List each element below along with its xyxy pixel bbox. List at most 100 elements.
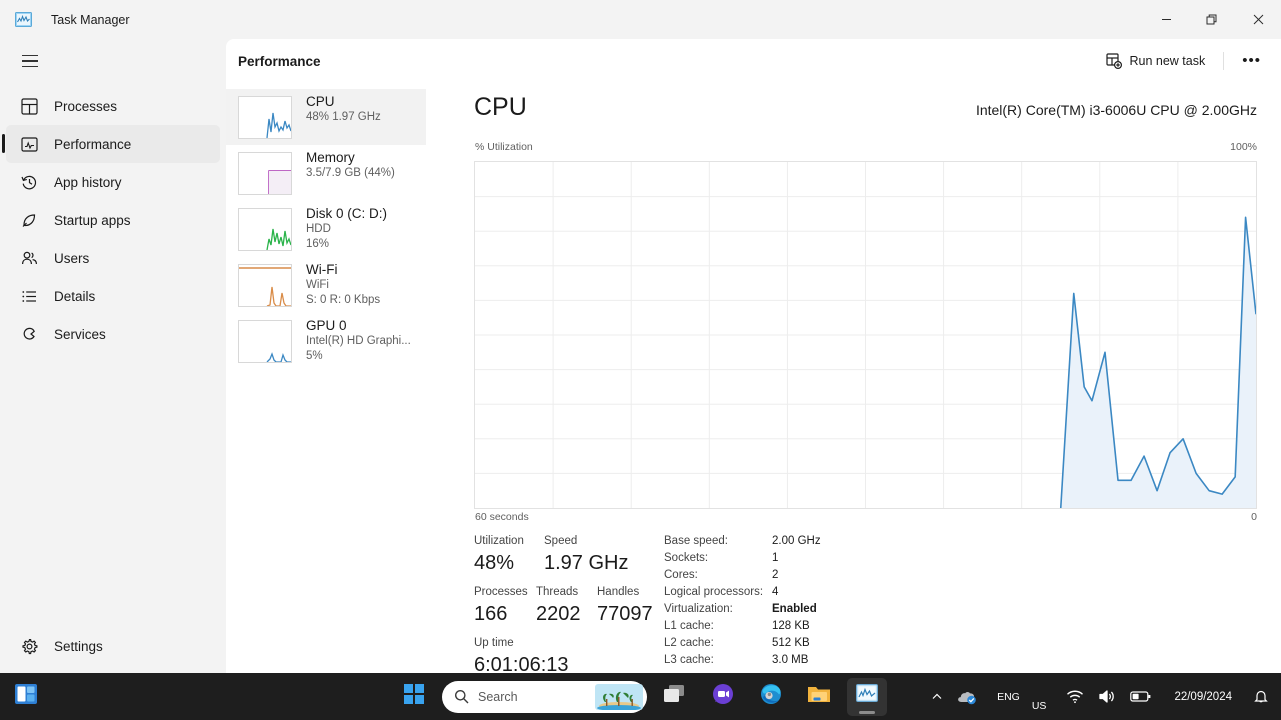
restore-button[interactable] [1189,0,1235,39]
island-thumbnail-icon[interactable] [595,683,643,710]
stat-label: Processes [474,586,528,598]
more-options-button[interactable]: ••• [1232,50,1271,72]
show-hidden-icons-button[interactable] [924,678,950,716]
processes-icon [16,93,42,119]
cpu-spec-value: 512 KB [772,637,810,649]
device-sub1: WiFi [306,279,329,291]
y-axis-label: % Utilization [475,141,533,153]
cpu-thumbnail [238,96,292,139]
performance-icon [16,131,42,157]
device-text: Disk 0 (C: D:) HDD 16% [306,205,387,252]
sidebar-item-startup-apps[interactable]: Startup apps [6,201,220,239]
cpu-spec-key: Base speed: [664,535,728,547]
file-explorer-button[interactable] [799,678,839,716]
cpu-spec-row: Logical processors: 4 [664,584,924,601]
cpu-spec-row: Base speed: 2.00 GHz [664,533,924,550]
device-text: Wi-Fi WiFi S: 0 R: 0 Kbps [306,261,380,308]
new-task-icon [1105,53,1122,69]
cpu-spec-list: Base speed: 2.00 GHz Sockets: 1 Cores: 2 Logic… [664,533,924,669]
details-icon [16,283,42,309]
cpu-spec-row: L2 cache: 512 KB [664,635,924,652]
chat-button[interactable] [703,678,743,716]
content-toolbar: Performance Run new task ••• [226,39,1281,83]
sidebar-nav: Processes Performance App history Startu… [0,87,226,353]
y-axis-max: 100% [1230,141,1257,153]
sidebar-item-processes[interactable]: Processes [6,87,220,125]
stat-value: 1.97 GHz [544,552,629,574]
sidebar-item-settings[interactable]: Settings [6,627,220,665]
edge-icon [760,683,782,710]
menu-toggle[interactable] [0,39,226,83]
task-view-button[interactable] [655,678,695,716]
stat-handles: Handles 77097 [597,584,653,628]
search-box[interactable]: Search [442,680,647,713]
device-sub1: 48% 1.97 GHz [306,111,381,123]
cpu-spec-key: L1 cache: [664,620,714,632]
sidebar-item-users[interactable]: Users [6,239,220,277]
windows-start-icon [404,684,424,709]
x-axis-label: 60 seconds [475,511,529,523]
minimize-button[interactable] [1143,0,1189,39]
device-sub1: Intel(R) HD Graphi... [306,335,411,347]
cpu-model: Intel(R) Core(TM) i3-6006U CPU @ 2.00GHz [975,102,1257,118]
graph-bottom-axis: 60 seconds 0 [426,511,1281,527]
task-manager-taskbar-button[interactable] [847,677,887,716]
sidebar-item-app-history[interactable]: App history [6,163,220,201]
page-title: Performance [238,53,321,69]
cpu-spec-key: Logical processors: [664,586,764,598]
device-item-wifi[interactable]: Wi-Fi WiFi S: 0 R: 0 Kbps [226,257,426,313]
content-area: Performance Run new task ••• CPU 48% 1.9… [226,39,1281,676]
device-sub1: 3.5/7.9 GB (44%) [306,167,395,179]
device-item-disk[interactable]: Disk 0 (C: D:) HDD 16% [226,201,426,257]
sidebar-item-label: App history [54,174,122,190]
onedrive-icon[interactable] [950,678,984,716]
users-icon [16,245,42,271]
sidebar-item-details[interactable]: Details [6,277,220,315]
system-tray: ENG US 22/09/2024 [924,673,1281,720]
volume-icon[interactable] [1091,678,1123,716]
notification-bell-icon[interactable] [1247,678,1275,716]
device-name: Wi-Fi [306,262,338,277]
run-new-task-button[interactable]: Run new task [1096,47,1216,75]
cpu-spec-key: Sockets: [664,552,709,564]
start-button[interactable] [394,678,434,716]
close-button[interactable] [1235,0,1281,39]
device-text: Memory 3.5/7.9 GB (44%) [306,149,395,181]
stat-value: 48% [474,552,515,574]
window-controls [1143,0,1281,39]
device-item-gpu[interactable]: GPU 0 Intel(R) HD Graphi... 5% [226,313,426,369]
device-item-cpu[interactable]: CPU 48% 1.97 GHz [226,89,426,145]
toolbar-actions: Run new task ••• [1096,47,1272,75]
battery-icon[interactable] [1123,678,1159,716]
services-icon [16,321,42,347]
stat-label: Handles [597,586,640,598]
edge-button[interactable] [751,678,791,716]
search-icon [454,689,469,704]
cpu-spec-value: 2.00 GHz [772,535,821,547]
device-item-memory[interactable]: Memory 3.5/7.9 GB (44%) [226,145,426,201]
cpu-stats-left: Utilization 48% Speed 1.97 GHz Processes [474,533,664,679]
stat-label: Utilization [474,535,524,547]
cpu-spec-value: Enabled [772,603,817,615]
language-line2: US [1031,699,1047,712]
language-indicator-2[interactable]: US [1019,678,1060,716]
device-name: Memory [306,150,355,165]
performance-device-list: CPU 48% 1.97 GHz Memory 3.5/7.9 GB (44%) [226,83,426,673]
clock-date[interactable]: 22/09/2024 [1159,678,1247,716]
sidebar-item-services[interactable]: Services [6,315,220,353]
sidebar-item-performance[interactable]: Performance [2,125,220,163]
sidebar-item-label: Performance [54,136,132,152]
cpu-spec-key: Cores: [664,569,698,581]
graph-top-axis: % Utilization 100% [426,141,1281,157]
wifi-icon[interactable] [1059,678,1091,716]
cpu-spec-row: L1 cache: 128 KB [664,618,924,635]
device-sub2: 16% [306,238,330,250]
stat-value: 166 [474,603,508,625]
startup-icon [16,207,42,233]
stats-row-2: Processes 166 Threads 2202 Handles 77097 [474,584,664,628]
cpu-title: CPU [474,93,527,121]
sidebar-item-label: Startup apps [54,212,131,228]
task-view-icon [664,685,686,708]
sidebar-item-label: Settings [54,638,103,654]
sidebar-item-label: Services [54,326,106,342]
